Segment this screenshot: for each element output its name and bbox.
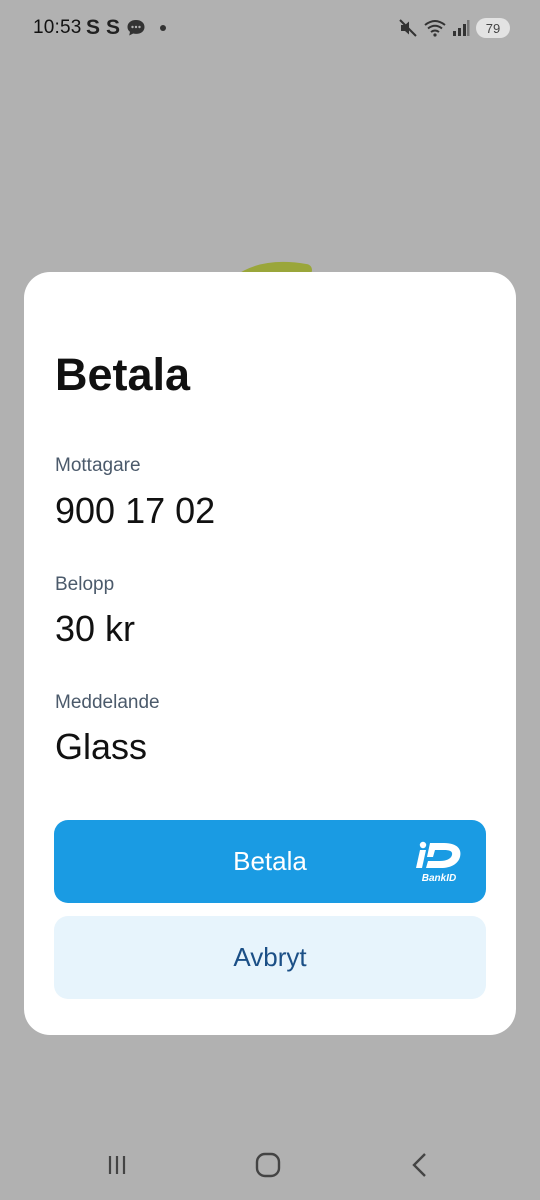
- pay-button[interactable]: Betala BankID: [54, 820, 486, 903]
- s-app-icon: S: [106, 16, 121, 39]
- home-button[interactable]: [248, 1150, 288, 1180]
- navigation-bar: [0, 1130, 540, 1200]
- recent-apps-button[interactable]: [97, 1150, 137, 1180]
- battery-indicator: 79: [476, 18, 510, 38]
- more-notifications-dot: [160, 25, 167, 31]
- mute-icon: [399, 19, 417, 37]
- s-app-icon: S: [86, 16, 101, 39]
- status-time: 10:53: [33, 17, 82, 38]
- message-label: Meddelande: [55, 692, 160, 713]
- recipient-label: Mottagare: [55, 455, 141, 476]
- message-value: Glass: [55, 726, 148, 767]
- recipient-value: 900 17 02: [55, 490, 216, 531]
- signal-icon: [453, 20, 470, 36]
- recent-apps-icon: [108, 1156, 126, 1174]
- status-bar: 10:53 S S 79: [0, 0, 540, 62]
- cancel-button[interactable]: Avbryt: [54, 916, 486, 999]
- back-button[interactable]: [399, 1150, 439, 1180]
- dialog-title: Betala: [55, 349, 191, 400]
- wifi-icon: [424, 20, 446, 37]
- bankid-icon-text: BankID: [422, 873, 456, 884]
- back-icon: [412, 1153, 426, 1177]
- home-icon: [255, 1152, 281, 1178]
- payment-dialog: Betala Mottagare 900 17 02 Belopp 30 kr …: [24, 272, 516, 1035]
- message-icon: [127, 20, 145, 36]
- amount-value: 30 kr: [55, 608, 136, 649]
- bankid-icon: BankID: [416, 841, 461, 884]
- notification-icons: S S: [86, 16, 167, 40]
- amount-label: Belopp: [55, 574, 115, 595]
- system-status-icons: 79: [398, 18, 510, 38]
